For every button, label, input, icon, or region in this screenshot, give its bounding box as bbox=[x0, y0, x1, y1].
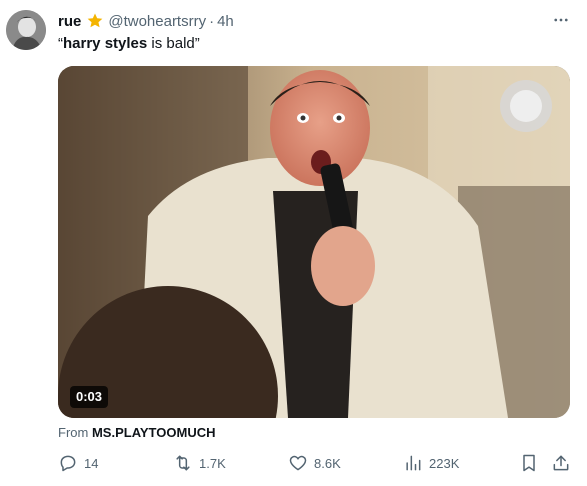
tweet-text: “harry styles is bald” bbox=[58, 34, 200, 54]
tweet-header: rue @twoheartsrry · 4h bbox=[58, 11, 234, 31]
action-bar: 14 1.7K 8.6K 223K bbox=[0, 451, 587, 475]
share-icon bbox=[551, 453, 571, 473]
author-name[interactable]: rue bbox=[58, 13, 81, 30]
reply-count: 14 bbox=[84, 455, 99, 471]
bookmark-button[interactable] bbox=[519, 451, 539, 475]
repost-icon bbox=[173, 453, 193, 473]
repost-button[interactable]: 1.7K bbox=[173, 451, 226, 475]
video-player[interactable] bbox=[58, 66, 570, 418]
like-button[interactable]: 8.6K bbox=[288, 451, 341, 475]
video-frame bbox=[58, 66, 570, 418]
separator-dot: · bbox=[209, 12, 215, 30]
tweet-bold-text: harry styles bbox=[63, 35, 148, 52]
bookmark-icon bbox=[519, 453, 539, 473]
video-duration: 0:03 bbox=[70, 386, 109, 408]
like-icon bbox=[288, 453, 308, 473]
from-label: From bbox=[58, 425, 89, 440]
more-icon[interactable] bbox=[549, 10, 573, 30]
repost-count: 1.7K bbox=[199, 455, 226, 471]
from-account-link[interactable]: MS.PLAYTOOMUCH bbox=[92, 425, 216, 440]
avatar[interactable] bbox=[6, 10, 46, 50]
views-button[interactable]: 223K bbox=[403, 451, 459, 475]
tweet-rest-text: is bald bbox=[147, 35, 195, 52]
media-source: From MS.PLAYTOOMUCH bbox=[58, 425, 215, 440]
quote-close: ” bbox=[194, 35, 200, 52]
like-count: 8.6K bbox=[314, 455, 341, 471]
views-count: 223K bbox=[429, 455, 460, 471]
reply-button[interactable]: 14 bbox=[58, 451, 98, 475]
tweet-time[interactable]: 4h bbox=[217, 13, 234, 30]
author-handle[interactable]: @twoheartsrry bbox=[108, 13, 206, 30]
verified-star-icon bbox=[86, 12, 104, 30]
views-icon bbox=[403, 453, 423, 473]
tweet[interactable]: rue @twoheartsrry · 4h “harry styles is … bbox=[0, 0, 587, 486]
share-button[interactable] bbox=[551, 451, 571, 475]
reply-icon bbox=[58, 453, 78, 473]
